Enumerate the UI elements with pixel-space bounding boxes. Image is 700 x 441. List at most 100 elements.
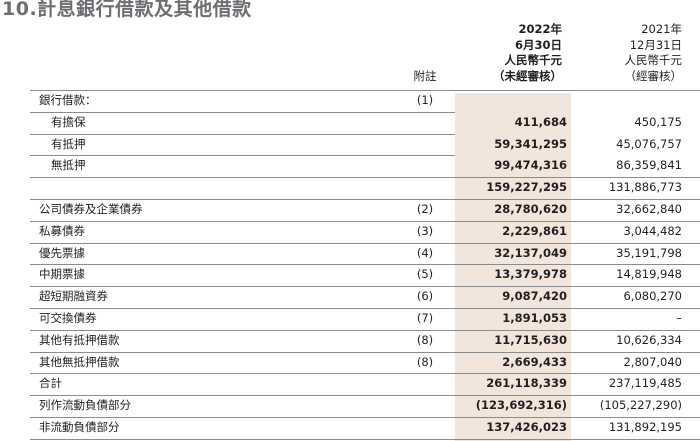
row-label: 列作流動負債部分 [39, 398, 131, 413]
value-2021: 86,359,841 [616, 158, 682, 173]
row-divider [30, 155, 455, 157]
section-title: 10.計息銀行借款及其他借款 [2, 0, 252, 20]
value-2021: 2,807,040 [623, 354, 682, 369]
row-label: 有擔保 [51, 114, 86, 129]
value-2021: 3,044,482 [623, 223, 682, 238]
value-2022: 13,379,978 [494, 267, 567, 282]
table-row: 公司債券及企業債券 (2) 28,780,620 32,662,840 [0, 199, 700, 221]
value-2021: – [676, 311, 682, 325]
value-2021: 10,626,334 [616, 332, 682, 347]
table-row: 有抵押 59,341,295 45,076,757 [0, 134, 700, 156]
value-2022: 1,891,053 [502, 311, 567, 325]
header-line: 人民幣千元 [504, 53, 563, 67]
row-divider [30, 264, 700, 266]
row-label: 有抵押 [51, 136, 86, 151]
table-row: 其他有抵押借款 (8) 11,715,630 10,626,334 [0, 330, 700, 352]
header-line: 2021年 [641, 22, 682, 36]
value-2022: (123,692,316) [475, 398, 567, 413]
row-label: 可交換債券 [39, 311, 97, 325]
row-label: 優先票據 [39, 245, 85, 260]
row-label: 中期票據 [39, 267, 85, 282]
row-divider [30, 111, 455, 113]
value-2021: 237,119,485 [608, 376, 682, 391]
column-header-note: 附註 [413, 69, 437, 83]
row-label: 無抵押 [51, 158, 86, 173]
row-label: 超短期融資券 [39, 289, 108, 304]
table-row: 其他無抵押借款 (8) 2,669,433 2,807,040 [0, 352, 700, 374]
row-divider [30, 351, 700, 353]
value-2022: 411,684 [514, 114, 567, 129]
row-divider [30, 220, 700, 222]
row-label: 合計 [39, 376, 62, 391]
table-row: 可交換債券 (7) 1,891,053 – [0, 308, 700, 330]
value-2021: 45,076,757 [616, 136, 682, 151]
table-row: 合計 261,118,339 237,119,485 [0, 373, 700, 395]
row-divider [30, 242, 700, 244]
row-divider [30, 133, 455, 135]
subtotal-rule [455, 177, 700, 179]
row-note: (6) [416, 289, 434, 304]
header-line: 12月31日 [629, 37, 682, 52]
row-divider [30, 177, 455, 179]
table-row: 無抵押 99,474,316 86,359,841 [0, 155, 700, 177]
row-divider [30, 373, 700, 375]
table-row: 銀行借款： (1) [0, 90, 700, 112]
row-divider [30, 417, 700, 418]
row-label: 公司債券及企業債券 [39, 202, 143, 216]
header-line: 人民幣千元 [624, 53, 683, 67]
row-divider [30, 329, 700, 331]
value-2021: 450,175 [634, 114, 682, 129]
row-divider [30, 438, 700, 440]
row-label: 其他無抵押借款 [39, 354, 120, 369]
row-note: (3) [416, 223, 434, 238]
row-label: 銀行借款： [39, 93, 97, 107]
row-note: (8) [416, 354, 434, 369]
row-label: 其他有抵押借款 [39, 332, 120, 347]
row-note: (4) [416, 245, 434, 260]
row-note: (2) [416, 202, 434, 216]
header-line: 6月30日 [514, 37, 562, 52]
header-line: 2022年 [518, 22, 562, 36]
value-2022: 9,087,420 [502, 289, 567, 304]
value-2021: 6,080,270 [623, 289, 682, 304]
row-label: 私募債券 [39, 223, 85, 238]
row-label: 非流動負債部分 [39, 420, 120, 434]
header-line: （經審核） [624, 68, 683, 83]
column-header-2021: 2021年 12月31日 人民幣千元 （經審核） [571, 22, 683, 84]
row-divider [30, 308, 700, 309]
table-row: 列作流動負債部分 (123,692,316) (105,227,290) [0, 395, 700, 417]
row-divider [30, 286, 700, 288]
value-2022: 11,715,630 [494, 332, 567, 347]
value-2022: 261,118,339 [486, 376, 567, 391]
value-2021: 14,819,948 [616, 267, 682, 282]
row-divider [30, 90, 700, 91]
table-row: 私募債券 (3) 2,229,861 3,044,482 [0, 221, 700, 243]
value-2022: 99,474,316 [494, 158, 567, 173]
table-row: 優先票據 (4) 32,137,049 35,191,798 [0, 243, 700, 265]
table-row: 超短期融資券 (6) 9,087,420 6,080,270 [0, 286, 700, 308]
value-2021: 131,892,195 [608, 420, 682, 434]
value-2022: 28,780,620 [494, 202, 567, 216]
table-row: 159,227,295 131,886,773 [0, 177, 700, 199]
row-note: (5) [416, 267, 434, 282]
row-note: (8) [416, 332, 434, 347]
value-2021: 35,191,798 [616, 245, 682, 260]
value-2022: 2,669,433 [502, 354, 567, 369]
value-2022: 59,341,295 [494, 136, 567, 151]
row-divider [30, 199, 700, 200]
table-row: 有擔保 411,684 450,175 [0, 112, 700, 134]
row-note: (7) [416, 311, 434, 325]
table-row: 中期票據 (5) 13,379,978 14,819,948 [0, 264, 700, 286]
value-2022: 32,137,049 [494, 245, 567, 260]
header-line: （未經審核） [493, 68, 562, 83]
value-2021: 32,662,840 [616, 202, 682, 216]
value-2022: 137,426,023 [486, 420, 567, 434]
row-note: (1) [416, 93, 434, 107]
value-2022: 159,227,295 [486, 180, 567, 195]
row-divider [30, 395, 700, 397]
value-2022: 2,229,861 [502, 223, 567, 238]
column-header-2022: 2022年 6月30日 人民幣千元 （未經審核） [455, 22, 562, 84]
value-2021: 131,886,773 [608, 180, 682, 195]
table-row: 非流動負債部分 137,426,023 131,892,195 [0, 417, 700, 439]
value-2021: (105,227,290) [599, 398, 682, 413]
